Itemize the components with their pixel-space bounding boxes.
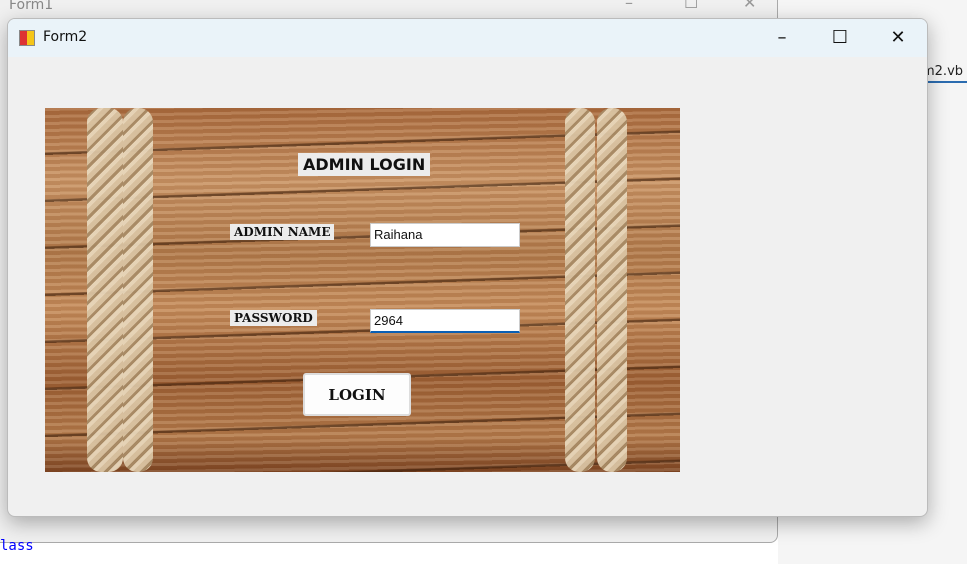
ide-file-tab[interactable]: m2.vb bbox=[922, 64, 967, 83]
rope-image-right-2 bbox=[597, 108, 627, 472]
admin-name-label: ADMIN NAME bbox=[230, 224, 335, 240]
close-button[interactable]: ✕ bbox=[869, 25, 927, 51]
admin-name-input[interactable]: Raihana bbox=[370, 223, 520, 247]
admin-login-heading: ADMIN LOGIN bbox=[298, 153, 431, 176]
form1-title: Form1 bbox=[9, 0, 54, 13]
form1-maximize-button[interactable]: ☐ bbox=[684, 0, 698, 12]
form1-close-button[interactable]: ✕ bbox=[743, 0, 756, 12]
rope-image-right bbox=[565, 108, 595, 472]
maximize-button[interactable]: ☐ bbox=[811, 25, 869, 51]
code-text: lass bbox=[0, 538, 34, 554]
form1-minimize-button[interactable]: – bbox=[625, 0, 633, 12]
title-bar[interactable]: Form2 – ☐ ✕ bbox=[8, 19, 927, 57]
login-button[interactable]: LOGIN bbox=[303, 373, 411, 416]
app-icon bbox=[19, 30, 35, 46]
password-input[interactable]: 2964 bbox=[370, 309, 520, 333]
window-title: Form2 bbox=[43, 29, 88, 45]
minimize-button[interactable]: – bbox=[753, 25, 811, 51]
rope-image-left bbox=[87, 108, 123, 472]
password-label: PASSWORD bbox=[230, 310, 317, 326]
rope-image-left-2 bbox=[123, 108, 153, 472]
form2-window: Form2 – ☐ ✕ ADMIN LOGIN ADMIN NAME Raiha… bbox=[7, 18, 928, 517]
wood-background-image: ADMIN LOGIN ADMIN NAME Raihana PASSWORD … bbox=[45, 108, 680, 472]
